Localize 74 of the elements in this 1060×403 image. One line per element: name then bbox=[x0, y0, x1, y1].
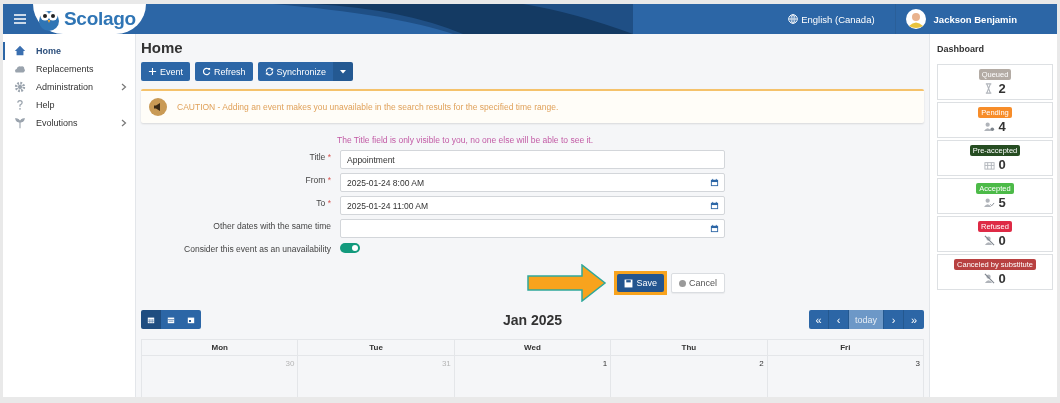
field-label: To bbox=[316, 198, 326, 208]
date-number: 31 bbox=[441, 359, 451, 368]
required-mark: * bbox=[327, 152, 331, 162]
date-number: 2 bbox=[759, 359, 764, 368]
date-number: 3 bbox=[915, 359, 920, 368]
day-header: Fri bbox=[767, 340, 924, 356]
synchronize-button[interactable]: Synchronize bbox=[257, 62, 334, 81]
required-mark: * bbox=[327, 198, 331, 208]
home-icon bbox=[14, 45, 26, 57]
calendar-nav-button[interactable]: « bbox=[808, 310, 829, 329]
menu-icon[interactable] bbox=[13, 13, 27, 25]
day-header: Wed bbox=[454, 340, 612, 356]
dashboard-title: Dashboard bbox=[937, 44, 985, 54]
date-field[interactable]: 2025-01-24 8:00 AM bbox=[340, 173, 725, 192]
calendar-icon[interactable] bbox=[710, 224, 719, 233]
status-count: 0 bbox=[998, 270, 1006, 286]
status-count: 0 bbox=[998, 232, 1006, 248]
status-count: 5 bbox=[998, 194, 1006, 210]
date-field[interactable] bbox=[340, 219, 725, 238]
sidebar-item[interactable]: Replacements bbox=[3, 60, 135, 78]
avatar-icon[interactable] bbox=[905, 9, 926, 29]
user-check-icon bbox=[984, 196, 996, 208]
calendar-nav-button[interactable]: › bbox=[884, 310, 904, 329]
status-count: 4 bbox=[998, 118, 1006, 134]
calendar-icon[interactable] bbox=[710, 201, 719, 210]
user-name[interactable]: Jackson Benjamin bbox=[933, 13, 1017, 25]
globe-icon bbox=[788, 14, 799, 24]
cancel-button[interactable]: Cancel bbox=[671, 273, 725, 293]
view-button[interactable] bbox=[181, 310, 201, 329]
calendar-nav-button[interactable]: » bbox=[904, 310, 924, 329]
caret-icon bbox=[340, 69, 347, 74]
sidebar-item[interactable]: Evolutions bbox=[3, 114, 135, 132]
slash-icon bbox=[984, 272, 996, 284]
field-label: From bbox=[305, 175, 326, 185]
toggle-switch[interactable] bbox=[340, 243, 360, 253]
cancel-icon bbox=[679, 279, 686, 287]
input-field[interactable]: Appointment bbox=[340, 150, 725, 169]
caution-text: CAUTION - Adding an event makes you unavailable in the search results for the specified time range. bbox=[177, 102, 559, 112]
dropdown-button[interactable] bbox=[333, 62, 354, 81]
sync-icon bbox=[264, 67, 274, 76]
field-label: Other dates with the same time bbox=[213, 221, 331, 231]
help-icon bbox=[14, 99, 26, 111]
language-selector[interactable]: English (Canada) bbox=[801, 13, 875, 25]
sprout-icon bbox=[14, 117, 26, 129]
privacy-note: The Title field is only visible to you, no one else will be able to see it. bbox=[337, 135, 595, 145]
required-mark: * bbox=[327, 175, 331, 185]
view-button[interactable] bbox=[141, 310, 161, 329]
page-title: Home bbox=[141, 39, 184, 56]
gear-icon bbox=[14, 81, 26, 93]
logo-text: Scolago bbox=[64, 8, 136, 30]
megaphone-icon bbox=[149, 98, 167, 116]
slash-icon bbox=[984, 234, 996, 246]
plus-icon bbox=[148, 67, 157, 76]
floppy-icon bbox=[624, 278, 634, 288]
calendar-icon[interactable] bbox=[710, 178, 719, 187]
day-header: Thu bbox=[611, 340, 768, 356]
view-button[interactable] bbox=[161, 310, 181, 329]
date-field[interactable]: 2025-01-24 11:00 AM bbox=[340, 196, 725, 215]
status-count: 2 bbox=[998, 80, 1006, 96]
toolbar-button[interactable]: Event bbox=[141, 62, 190, 81]
sidebar-item[interactable]: Administration bbox=[3, 78, 135, 96]
save-button[interactable]: Save bbox=[617, 274, 664, 292]
field-label: Title bbox=[309, 152, 326, 162]
day-header: Mon bbox=[142, 340, 299, 356]
toolbar-button[interactable]: Refresh bbox=[195, 62, 253, 81]
sidebar-item[interactable]: Help bbox=[3, 96, 135, 114]
day-header: Tue bbox=[298, 340, 455, 356]
date-number: 1 bbox=[602, 359, 608, 368]
calendar-title: Jan 2025 bbox=[502, 311, 563, 328]
toggle-label: Consider this event as an unavailability bbox=[183, 243, 331, 254]
cloud-icon bbox=[14, 63, 26, 75]
status-count: 0 bbox=[998, 156, 1006, 172]
refresh-icon bbox=[202, 67, 211, 76]
user-clock-icon bbox=[984, 120, 996, 132]
